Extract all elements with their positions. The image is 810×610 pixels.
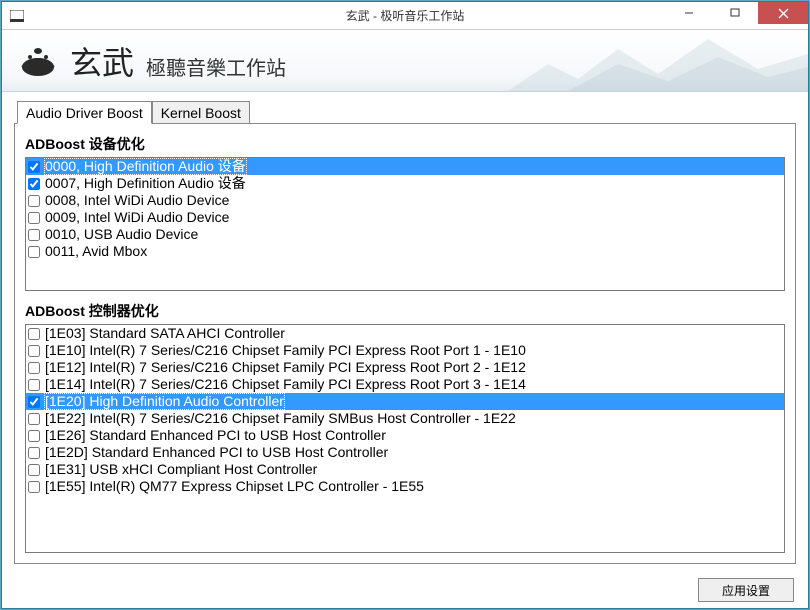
titlebar: 玄武 - 极听音乐工作站 xyxy=(2,2,808,30)
turtle-logo-icon xyxy=(16,39,60,83)
apply-button[interactable]: 应用设置 xyxy=(698,578,794,602)
tab-panel: ADBoost 设备优化 0000, High Definition Audio… xyxy=(14,123,796,564)
controllers-listbox[interactable]: [1E03] Standard SATA AHCI Controller[1E1… xyxy=(25,324,785,553)
device-row[interactable]: 0011, Avid Mbox xyxy=(26,243,784,260)
controller-row[interactable]: [1E03] Standard SATA AHCI Controller xyxy=(26,325,784,342)
controller-label: [1E55] Intel(R) QM77 Express Chipset LPC… xyxy=(44,478,425,495)
device-row[interactable]: 0000, High Definition Audio 设备 xyxy=(26,158,784,175)
controller-label: [1E20] High Definition Audio Controller xyxy=(44,393,285,410)
device-label: 0010, USB Audio Device xyxy=(44,226,199,243)
maximize-button[interactable] xyxy=(712,2,758,24)
mountain-decoration-icon xyxy=(508,30,808,91)
controller-label: [1E10] Intel(R) 7 Series/C216 Chipset Fa… xyxy=(44,342,527,359)
device-label: 0000, High Definition Audio 设备 xyxy=(44,158,247,175)
controller-row[interactable]: [1E31] USB xHCI Compliant Host Controlle… xyxy=(26,461,784,478)
controller-row[interactable]: [1E2D] Standard Enhanced PCI to USB Host… xyxy=(26,444,784,461)
device-label: 0008, Intel WiDi Audio Device xyxy=(44,192,230,209)
controller-row[interactable]: [1E55] Intel(R) QM77 Express Chipset LPC… xyxy=(26,478,784,495)
device-row[interactable]: 0008, Intel WiDi Audio Device xyxy=(26,192,784,209)
controller-label: [1E12] Intel(R) 7 Series/C216 Chipset Fa… xyxy=(44,359,527,376)
controller-label: [1E03] Standard SATA AHCI Controller xyxy=(44,325,286,342)
window-controls xyxy=(666,2,808,24)
controller-checkbox[interactable] xyxy=(28,345,40,357)
controller-checkbox[interactable] xyxy=(28,430,40,442)
devices-section-label: ADBoost 设备优化 xyxy=(25,134,785,154)
banner-subtitle: 極聽音樂工作站 xyxy=(146,52,286,81)
controller-row[interactable]: [1E14] Intel(R) 7 Series/C216 Chipset Fa… xyxy=(26,376,784,393)
banner: 玄武 極聽音樂工作站 xyxy=(2,30,808,92)
controller-checkbox[interactable] xyxy=(28,396,40,408)
device-checkbox[interactable] xyxy=(28,246,40,258)
device-checkbox[interactable] xyxy=(28,195,40,207)
controller-checkbox[interactable] xyxy=(28,481,40,493)
device-row[interactable]: 0009, Intel WiDi Audio Device xyxy=(26,209,784,226)
minimize-button[interactable] xyxy=(666,2,712,24)
app-icon xyxy=(8,7,26,25)
controller-label: [1E14] Intel(R) 7 Series/C216 Chipset Fa… xyxy=(44,376,527,393)
device-checkbox[interactable] xyxy=(28,212,40,224)
controller-label: [1E26] Standard Enhanced PCI to USB Host… xyxy=(44,427,387,444)
controller-row[interactable]: [1E12] Intel(R) 7 Series/C216 Chipset Fa… xyxy=(26,359,784,376)
close-button[interactable] xyxy=(758,2,808,24)
devices-listbox[interactable]: 0000, High Definition Audio 设备0007, High… xyxy=(25,157,785,291)
controller-checkbox[interactable] xyxy=(28,464,40,476)
device-row[interactable]: 0007, High Definition Audio 设备 xyxy=(26,175,784,192)
controller-checkbox[interactable] xyxy=(28,362,40,374)
controller-row[interactable]: [1E20] High Definition Audio Controller xyxy=(26,393,784,410)
controller-checkbox[interactable] xyxy=(28,328,40,340)
app-window: 玄武 - 极听音乐工作站 玄武 極聽音樂工作站 xyxy=(1,1,809,609)
content-area: Audio Driver Boost Kernel Boost ADBoost … xyxy=(2,92,808,572)
controllers-section-label: ADBoost 控制器优化 xyxy=(25,301,785,321)
tab-kernel-boost[interactable]: Kernel Boost xyxy=(152,101,250,124)
controller-label: [1E2D] Standard Enhanced PCI to USB Host… xyxy=(44,444,389,461)
footer: 应用设置 xyxy=(2,572,808,608)
device-label: 0011, Avid Mbox xyxy=(44,243,148,260)
controller-checkbox[interactable] xyxy=(28,447,40,459)
controller-label: [1E22] Intel(R) 7 Series/C216 Chipset Fa… xyxy=(44,410,517,427)
tab-audio-driver-boost[interactable]: Audio Driver Boost xyxy=(17,101,152,124)
controller-checkbox[interactable] xyxy=(28,379,40,391)
tab-strip: Audio Driver Boost Kernel Boost xyxy=(17,100,796,123)
banner-app-name: 玄武 xyxy=(70,38,134,84)
controller-row[interactable]: [1E22] Intel(R) 7 Series/C216 Chipset Fa… xyxy=(26,410,784,427)
device-checkbox[interactable] xyxy=(28,229,40,241)
device-checkbox[interactable] xyxy=(28,161,40,173)
device-checkbox[interactable] xyxy=(28,178,40,190)
controller-checkbox[interactable] xyxy=(28,413,40,425)
device-label: 0009, Intel WiDi Audio Device xyxy=(44,209,230,226)
device-label: 0007, High Definition Audio 设备 xyxy=(44,175,247,192)
device-row[interactable]: 0010, USB Audio Device xyxy=(26,226,784,243)
controller-row[interactable]: [1E26] Standard Enhanced PCI to USB Host… xyxy=(26,427,784,444)
controller-row[interactable]: [1E10] Intel(R) 7 Series/C216 Chipset Fa… xyxy=(26,342,784,359)
controller-label: [1E31] USB xHCI Compliant Host Controlle… xyxy=(44,461,318,478)
